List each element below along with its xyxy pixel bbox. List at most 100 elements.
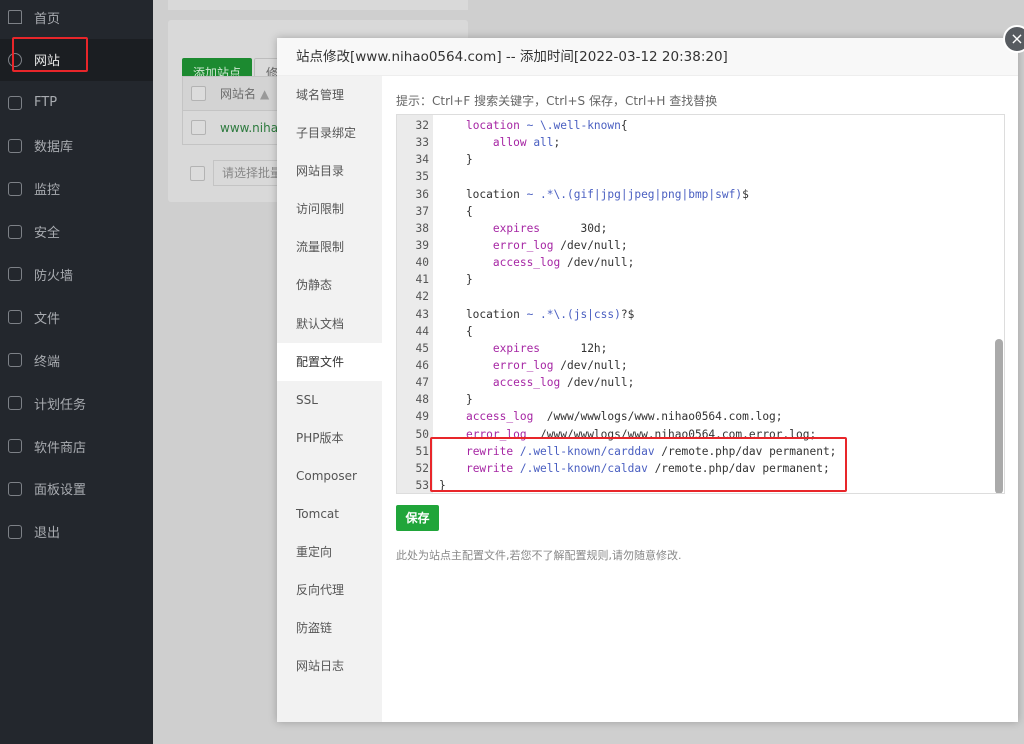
config-note: 此处为站点主配置文件,若您不了解配置规则,请勿随意修改. bbox=[396, 549, 682, 562]
code-line: 33 allow all; bbox=[397, 134, 997, 151]
select-all-checkbox[interactable] bbox=[191, 86, 206, 101]
modal-nav-item[interactable]: SSL bbox=[277, 381, 382, 419]
modal-nav-item[interactable]: 反向代理 bbox=[277, 571, 382, 609]
firewall-icon bbox=[8, 267, 22, 282]
column-site-name[interactable]: 网站名 bbox=[220, 85, 256, 102]
sort-asc-icon[interactable]: ▲ bbox=[260, 87, 269, 101]
code-token: } bbox=[439, 393, 473, 407]
code-text: } bbox=[439, 391, 473, 408]
code-token: ; bbox=[553, 136, 561, 150]
code-line: 48 } bbox=[397, 391, 997, 408]
sidebar-item-5[interactable]: 安全 bbox=[0, 211, 153, 253]
modal-title: 站点修改[www.nihao0564.com] -- 添加时间[2022-03-… bbox=[277, 38, 1018, 76]
sidebar-item-2[interactable]: FTP bbox=[0, 82, 153, 124]
modal-nav-item[interactable]: 网站日志 bbox=[277, 647, 382, 685]
sidebar-item-6[interactable]: 防火墙 bbox=[0, 253, 153, 295]
code-line: 44 { bbox=[397, 323, 997, 340]
modal-nav-item[interactable]: 域名管理 bbox=[277, 76, 382, 114]
sidebar-item-label: 退出 bbox=[34, 526, 61, 542]
line-number: 52 bbox=[415, 461, 429, 475]
sidebar-item-0[interactable]: 首页 bbox=[0, 0, 153, 38]
modal-nav-item[interactable]: 访问限制 bbox=[277, 190, 382, 228]
line-number: 48 bbox=[415, 393, 429, 407]
folder-icon bbox=[8, 310, 22, 325]
sidebar-item-label: 监控 bbox=[34, 183, 61, 199]
code-token: /dev/null; bbox=[560, 256, 635, 270]
sidebar-item-11[interactable]: 面板设置 bbox=[0, 468, 153, 510]
code-token: } bbox=[439, 273, 473, 287]
code-token: location bbox=[439, 307, 520, 321]
sidebar-item-7[interactable]: 文件 bbox=[0, 296, 153, 338]
modal-nav-item[interactable]: 配置文件 bbox=[277, 342, 382, 381]
code-token: access_log bbox=[465, 410, 534, 424]
line-number: 32 bbox=[415, 119, 429, 132]
line-number: 40 bbox=[415, 256, 429, 270]
line-number: 51 bbox=[415, 444, 429, 458]
save-button[interactable]: 保存 bbox=[396, 505, 439, 531]
modal-nav-item[interactable]: 网站目录 bbox=[277, 152, 382, 190]
code-text: location ~ .*\.(gif|jpg|jpeg|png|bmp|swf… bbox=[439, 186, 749, 203]
home-icon bbox=[8, 10, 22, 24]
code-text: } bbox=[439, 151, 473, 168]
code-line: 37 { bbox=[397, 203, 997, 220]
sidebar-item-9[interactable]: 计划任务 bbox=[0, 382, 153, 424]
sidebar-item-3[interactable]: 数据库 bbox=[0, 125, 153, 167]
code-token: error_log bbox=[492, 358, 554, 372]
modal-nav-item[interactable]: 流量限制 bbox=[277, 228, 382, 266]
code-text: error_log /dev/null; bbox=[439, 237, 628, 254]
line-number: 37 bbox=[415, 204, 429, 218]
modal-nav-item[interactable]: 默认文档 bbox=[277, 305, 382, 343]
sidebar-item-4[interactable]: 监控 bbox=[0, 168, 153, 210]
site-link[interactable]: www.nihao bbox=[220, 121, 285, 135]
calendar-icon bbox=[8, 396, 22, 411]
code-line: 47 access_log /dev/null; bbox=[397, 374, 997, 391]
logout-icon bbox=[8, 524, 22, 539]
code-token: ~ .*\.(gif|jpg|jpeg|png|bmp|swf) bbox=[519, 187, 743, 201]
shortcut-tip: 提示：Ctrl+F 搜索关键字，Ctrl+S 保存，Ctrl+H 查找替换 bbox=[396, 94, 718, 108]
code-token: { bbox=[439, 324, 473, 338]
code-line: 46 error_log /dev/null; bbox=[397, 357, 997, 374]
code-text: { bbox=[439, 203, 473, 220]
close-icon[interactable]: × bbox=[1003, 25, 1024, 53]
modal-nav-item[interactable]: Tomcat bbox=[277, 495, 382, 533]
code-token: access_log bbox=[492, 376, 561, 390]
code-token: /dev/null; bbox=[560, 376, 635, 390]
sidebar-item-8[interactable]: 终端 bbox=[0, 339, 153, 381]
line-number: 43 bbox=[415, 307, 429, 321]
modal-nav: 域名管理 子目录绑定 网站目录 访问限制 流量限制 伪静态 默认文档 配置文件 SSL PHP版本… bbox=[277, 76, 382, 722]
batch-checkbox[interactable] bbox=[190, 165, 205, 181]
code-token: $ bbox=[742, 187, 749, 201]
site-edit-modal: 站点修改[www.nihao0564.com] -- 添加时间[2022-03-… bbox=[277, 38, 1018, 722]
gear-icon bbox=[8, 481, 22, 496]
sidebar-item-label: 面板设置 bbox=[34, 483, 87, 499]
code-line: 43 location ~ .*\.(js|css)?$ bbox=[397, 306, 997, 323]
ftp-icon bbox=[8, 95, 22, 110]
modal-nav-item[interactable]: 子目录绑定 bbox=[277, 114, 382, 152]
highlight-box-website bbox=[12, 37, 88, 72]
sidebar-item-10[interactable]: 软件商店 bbox=[0, 425, 153, 467]
code-token: } bbox=[439, 153, 473, 167]
modal-nav-item[interactable]: 防盗链 bbox=[277, 609, 382, 647]
monitor-icon bbox=[8, 181, 22, 196]
row-checkbox[interactable] bbox=[191, 120, 206, 135]
editor-scrollbar[interactable] bbox=[995, 339, 1003, 493]
code-line: 32 location ~ \.well-known{ bbox=[397, 117, 997, 134]
shield-icon bbox=[8, 224, 22, 239]
line-number: 50 bbox=[415, 427, 429, 441]
modal-nav-item[interactable]: Composer bbox=[277, 457, 382, 495]
sidebar-item-label: 计划任务 bbox=[34, 397, 87, 413]
modal-nav-item[interactable]: 重定向 bbox=[277, 533, 382, 571]
line-number: 47 bbox=[415, 376, 429, 390]
sidebar-item-12[interactable]: 退出 bbox=[0, 511, 153, 553]
sidebar-item-label: FTP bbox=[34, 95, 58, 111]
modal-nav-item[interactable]: PHP版本 bbox=[277, 419, 382, 457]
modal-nav-item[interactable]: 伪静态 bbox=[277, 266, 382, 304]
code-text: location ~ \.well-known{ bbox=[439, 117, 628, 134]
sidebar-item-label: 终端 bbox=[34, 354, 61, 370]
code-token: all bbox=[526, 136, 554, 150]
apps-icon bbox=[8, 439, 22, 453]
